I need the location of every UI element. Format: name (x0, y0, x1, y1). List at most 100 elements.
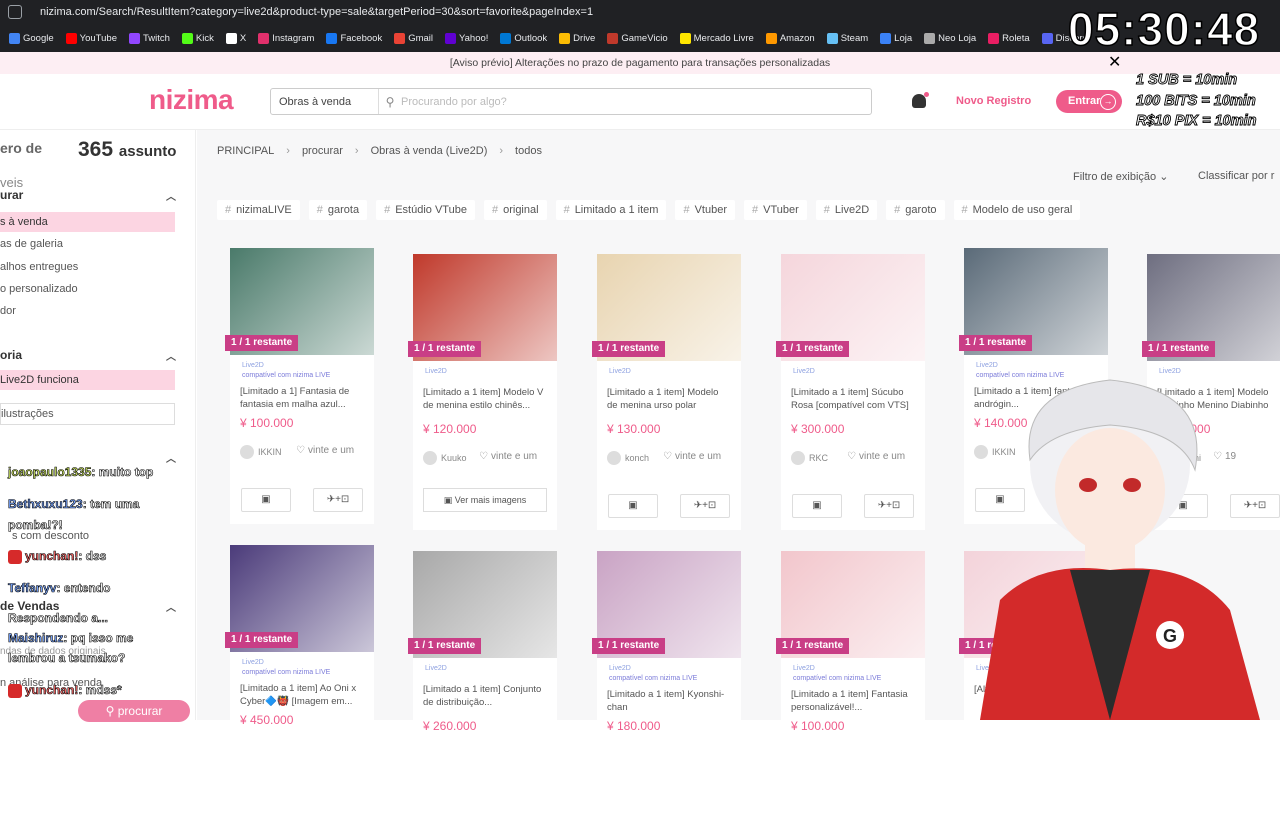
bookmark-item[interactable]: Outlook (495, 32, 552, 44)
seller-info[interactable]: RKC (791, 451, 828, 465)
chat-username: yunchan! (25, 683, 79, 698)
bookmark-item[interactable]: Gmail (389, 32, 438, 44)
product-title[interactable]: [Limitado a 1] Fantasia de fantasia em m… (240, 385, 364, 411)
favorite-count[interactable]: vinte e um (479, 451, 537, 462)
sidebar-item-gallery[interactable]: as de galeria (0, 234, 175, 254)
stock-badge: 1 / 1 restante (776, 341, 850, 357)
sidebar-item-sale[interactable]: s à venda (0, 212, 175, 232)
gallery-icon[interactable]: ▣ (792, 494, 842, 518)
nizima-logo[interactable]: nizima (149, 84, 234, 116)
breadcrumb: PRINCIPAL › procurar › Obras à venda (Live… (217, 145, 542, 157)
sidebar-item-delivered[interactable]: alhos entregues (0, 257, 175, 277)
bookmark-favicon-icon (65, 32, 77, 44)
bookmark-item[interactable]: GameVicio (602, 32, 672, 44)
bookmark-item[interactable]: X (221, 32, 251, 44)
seller-info[interactable]: Kuuko (423, 451, 467, 465)
sidebar-item-custom[interactable]: o personalizado (0, 279, 175, 299)
tag-chip[interactable]: # nizimaLIVE (217, 200, 300, 220)
tag-chip[interactable]: # Vtuber (675, 200, 735, 220)
seller-info[interactable]: konch (607, 451, 649, 465)
chat-username: Maishiruz (8, 631, 64, 646)
gallery-icon[interactable]: ▣ (608, 494, 658, 518)
product-title[interactable]: [Limitado a 1 item] Conjunto de distribu… (423, 683, 547, 709)
favorite-count[interactable]: vinte e um (847, 451, 905, 462)
bookmark-item[interactable]: Google (4, 32, 59, 44)
bookmark-item[interactable]: Loja (875, 32, 917, 44)
display-filter-dropdown[interactable]: Filtro de exibição ⌄ (1073, 170, 1168, 183)
more-images-button[interactable]: ▣ Ver mais imagens (423, 488, 547, 512)
bookmark-item[interactable]: Facebook (321, 32, 387, 44)
product-title[interactable]: [Limitado a 1 item] Modelo de menina urs… (607, 386, 731, 412)
sidebar-item-illustrations[interactable]: ilustrações (0, 403, 175, 425)
bookmark-item[interactable]: Instagram (253, 32, 319, 44)
tag-chip[interactable]: # VTuber (744, 200, 807, 220)
bookmark-item[interactable]: Amazon (761, 32, 820, 44)
breadcrumb-category[interactable]: Obras à venda (Live2D) (371, 145, 488, 157)
login-button[interactable]: Entrar (1056, 90, 1122, 113)
product-price: ¥ 100.000 (240, 416, 294, 430)
sidebar-item-live2d[interactable]: Live2D funciona (0, 370, 175, 390)
breadcrumb-search[interactable]: procurar (302, 145, 343, 157)
product-card[interactable]: 1 / 1 restante Live2D [Limitado a 1 item] … (776, 254, 925, 530)
bookmark-item[interactable]: Mercado Livre (675, 32, 759, 44)
bookmark-item[interactable]: Roleta (983, 32, 1034, 44)
goal-pix: R$10 PIX = 10min (1136, 113, 1257, 130)
bookmark-item[interactable]: Steam (822, 32, 873, 44)
product-title[interactable]: [Limitado a 1 item] Modelo V de menina e… (423, 386, 547, 412)
bookmark-item[interactable]: YouTube (61, 32, 122, 44)
hash-icon: # (491, 204, 499, 216)
card-actions: ▣ ✈+⊡ (230, 488, 374, 512)
tag-label: VTuber (763, 204, 799, 216)
favorite-count[interactable]: vinte e um (663, 451, 721, 462)
search-input[interactable]: Procurando por algo? (401, 96, 507, 108)
product-title[interactable]: [Limitado a 1 item] Súcubo Rosa [compatí… (791, 386, 915, 412)
bookmark-item[interactable]: Kick (177, 32, 219, 44)
product-card[interactable]: 1 / 1 restante Live2D compatível com nizim… (225, 545, 374, 821)
product-card[interactable]: 1 / 1 restante Live2D [Limitado a 1 item] … (408, 254, 557, 530)
tag-chip[interactable]: # garoto (886, 200, 945, 220)
bookmark-item[interactable]: Neo Loja (919, 32, 981, 44)
site-info-icon[interactable] (8, 5, 22, 19)
bookmark-label: Google (23, 32, 54, 44)
notification-icon[interactable] (912, 92, 929, 108)
search-bar[interactable]: Obras à venda ⚲ Procurando por algo? (270, 88, 872, 115)
product-title[interactable]: [Limitado a 1 item] Ao Oni x Cyber🔷👹 [Im… (240, 682, 364, 708)
tag-chip[interactable]: # Limitado a 1 item (555, 200, 667, 220)
section-buscar[interactable]: urar (0, 188, 176, 203)
bookmark-item[interactable]: Yahoo! (440, 32, 493, 44)
gallery-icon[interactable]: ▣ (241, 488, 291, 512)
product-card[interactable]: 1 / 1 restante Live2D [Limitado a 1 item] … (408, 551, 557, 827)
vtuber-studio-icon[interactable]: ✈+⊡ (680, 494, 730, 518)
bookmark-label: Outlook (514, 32, 548, 44)
product-card[interactable]: 1 / 1 restante Live2D [Limitado a 1 item] … (592, 254, 741, 530)
tag-label: garota (327, 204, 360, 216)
sidebar-item-creator[interactable]: dor (0, 301, 175, 321)
bookmark-favicon-icon (826, 32, 838, 44)
breadcrumb-home[interactable]: PRINCIPAL (217, 145, 274, 157)
bookmark-item[interactable]: Drive (554, 32, 600, 44)
search-category-select[interactable]: Obras à venda (271, 89, 379, 114)
product-card[interactable]: 1 / 1 restante Live2D compatível com nizim… (776, 551, 925, 827)
product-title[interactable]: [Limitado a 1 item] Fantasia personalizá… (791, 688, 915, 714)
favorite-count[interactable]: vinte e um (296, 445, 354, 456)
sidebar-search-button[interactable]: ⚲ procurar (78, 700, 190, 722)
tag-chip[interactable]: # original (483, 200, 547, 220)
section-categoria[interactable]: oria (0, 348, 176, 363)
product-card[interactable]: 1 / 1 restante Live2D compatível com nizim… (225, 248, 374, 524)
vtuber-studio-icon[interactable]: ✈+⊡ (864, 494, 914, 518)
bookmark-label: Twitch (142, 32, 170, 44)
bookmark-item[interactable]: Twitch (124, 32, 175, 44)
product-title[interactable]: [Limitado a 1 item] Kyonshi-chan (607, 688, 731, 714)
register-link[interactable]: Novo Registro (956, 95, 1031, 107)
bookmark-label: Instagram (272, 32, 315, 44)
vtuber-studio-icon[interactable]: ✈+⊡ (313, 488, 363, 512)
tag-chip[interactable]: # Live2D (815, 200, 878, 220)
bookmark-favicon-icon (1041, 32, 1053, 44)
sort-dropdown[interactable]: Classificar por r (1198, 170, 1274, 182)
tag-chip[interactable]: # Estúdio VTube (376, 200, 475, 220)
tag-chip[interactable]: # garota (308, 200, 368, 220)
tag-chip[interactable]: # Modelo de uso geral (953, 200, 1081, 220)
product-card[interactable]: 1 / 1 restante Live2D compatível com nizim… (592, 551, 741, 827)
chat-message: yunchan!: mdss* (8, 683, 122, 698)
seller-info[interactable]: IKKIN (240, 445, 282, 459)
